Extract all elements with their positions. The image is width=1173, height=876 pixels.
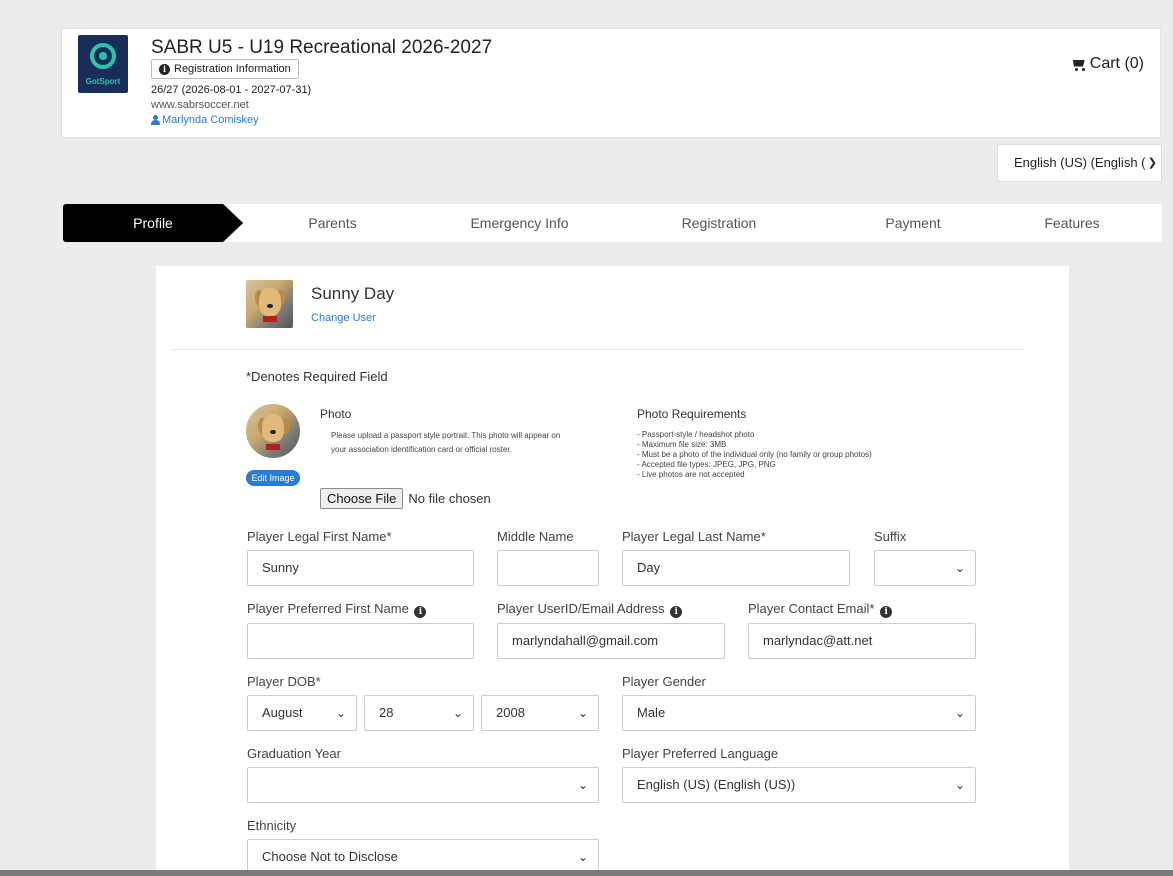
first-name-label: Player Legal First Name* — [247, 529, 392, 544]
info-icon[interactable]: i — [414, 606, 427, 618]
season-dates: 26/27 (2026-08-01 - 2027-07-31) — [151, 84, 312, 96]
preferred-language-value: English (US) (English (US)) — [637, 777, 796, 792]
photo-requirements-title: Photo Requirements — [637, 407, 747, 421]
requirement-item: - Accepted file types: JPEG, JPG, PNG — [637, 460, 776, 469]
step-label: Profile — [133, 215, 173, 231]
photo-requirements-list: - Passport-style / headshot photo - Maxi… — [637, 430, 872, 480]
gotsport-logo: GotSport — [78, 35, 128, 93]
info-icon: i — [159, 63, 170, 75]
cart-label: Cart (0) — [1089, 55, 1144, 72]
chevron-down-icon: ⌄ — [577, 778, 588, 792]
logo-text: GotSport — [85, 77, 121, 86]
contact-email-label: Player Contact Email* i — [748, 601, 893, 618]
step-label: Registration — [681, 215, 757, 231]
last-name-input[interactable]: Day — [622, 550, 850, 586]
account-user-name: Marlynda Comiskey — [162, 114, 259, 126]
step-label: Emergency Info — [470, 215, 569, 231]
chevron-down-icon: ⌄ — [577, 706, 588, 720]
chevron-down-icon: ⌄ — [452, 706, 463, 720]
suffix-select[interactable]: ⌄ — [874, 550, 976, 586]
photo-help-text: Please upload a passport style portrait.… — [331, 431, 561, 454]
chevron-down-icon: ⌄ — [335, 706, 346, 720]
middle-name-input[interactable] — [497, 550, 599, 586]
divider — [173, 349, 1025, 350]
last-name-label: Player Legal Last Name* — [622, 529, 766, 544]
step-parents[interactable]: Parents — [225, 204, 440, 242]
preferred-language-label: Player Preferred Language — [622, 746, 779, 761]
registration-steps: Profile Parents Emergency Info Registrat… — [63, 204, 1162, 242]
graduation-year-label: Graduation Year — [247, 746, 341, 761]
change-user-link[interactable]: Change User — [311, 312, 376, 324]
preferred-first-name-label: Player Preferred First Name i — [247, 601, 427, 618]
suffix-label: Suffix — [874, 529, 907, 544]
first-name-input[interactable]: Sunny — [247, 550, 474, 586]
user-avatar — [246, 280, 293, 328]
required-field-note: *Denotes Required Field — [246, 369, 388, 384]
contact-email-input[interactable]: marlyndac@att.net — [748, 623, 976, 659]
chevron-down-icon: ⌄ — [577, 850, 588, 864]
club-website: www.sabrsoccer.net — [151, 99, 249, 111]
logo-dot-icon — [99, 52, 107, 60]
choose-file-button[interactable]: Choose File — [320, 488, 404, 509]
dob-year-value: 2008 — [496, 705, 525, 720]
info-icon[interactable]: i — [880, 606, 893, 618]
requirement-item: - Passport-style / headshot photo — [637, 430, 755, 439]
step-profile[interactable]: Profile — [63, 204, 243, 242]
step-label: Parents — [308, 215, 357, 231]
no-file-chosen-text: No file chosen — [408, 491, 491, 506]
chevron-down-icon: ⌄ — [954, 561, 965, 575]
registration-information-label: Registration Information — [174, 63, 291, 75]
account-user-link[interactable]: Marlynda Comiskey — [151, 114, 259, 126]
gender-select[interactable]: Male ⌄ — [622, 695, 976, 731]
dob-month-select[interactable]: August ⌄ — [247, 695, 357, 731]
file-upload: Choose File No file chosen — [320, 488, 491, 509]
middle-name-label: Middle Name — [497, 529, 574, 544]
chevron-down-icon: ⌄ — [954, 706, 965, 720]
step-emergency-info[interactable]: Emergency Info — [403, 204, 636, 242]
language-select[interactable]: English (US) (English ( ❯ — [997, 144, 1162, 182]
dob-year-select[interactable]: 2008 ⌄ — [481, 695, 599, 731]
player-photo — [246, 404, 300, 458]
gender-label: Player Gender — [622, 674, 706, 689]
photo-label: Photo — [320, 407, 352, 421]
step-registration[interactable]: Registration — [608, 204, 830, 242]
contact-email-label-text: Player Contact Email* — [748, 601, 875, 616]
chevron-down-icon: ❯ — [1147, 157, 1157, 169]
preferred-language-select[interactable]: English (US) (English (US)) ⌄ — [622, 767, 976, 803]
player-name: Sunny Day — [311, 284, 395, 303]
registration-information-button[interactable]: i Registration Information — [151, 59, 299, 79]
cart-button[interactable]: Cart (0) — [1071, 55, 1144, 73]
requirement-item: - Live photos are not accepted — [637, 470, 745, 479]
dob-label: Player DOB* — [247, 674, 321, 689]
requirement-item: - Maximum file size: 3MB — [637, 440, 727, 449]
chevron-down-icon: ⌄ — [954, 778, 965, 792]
cart-icon — [1071, 58, 1086, 71]
ethnicity-label: Ethnicity — [247, 818, 297, 833]
dob-day-select[interactable]: 28 ⌄ — [364, 695, 474, 731]
requirement-item: - Must be a photo of the individual only… — [637, 450, 872, 459]
info-icon[interactable]: i — [670, 606, 683, 618]
dob-month-value: August — [262, 705, 303, 720]
language-select-value: English (US) (English ( — [1014, 155, 1146, 170]
user-email-input[interactable]: marlyndahall@gmail.com — [497, 623, 725, 659]
user-email-label: Player UserID/Email Address i — [497, 601, 683, 618]
preferred-first-name-label-text: Player Preferred First Name — [247, 601, 409, 616]
step-label: Payment — [885, 215, 941, 231]
edit-image-button[interactable]: Edit Image — [246, 470, 300, 486]
step-features[interactable]: Features — [982, 204, 1162, 242]
graduation-year-select[interactable]: ⌄ — [247, 767, 599, 803]
event-title: SABR U5 - U19 Recreational 2026-2027 — [151, 37, 493, 58]
step-label: Features — [1044, 215, 1100, 231]
profile-form-card: Sunny Day Change User *Denotes Required … — [156, 266, 1069, 876]
preferred-first-name-input[interactable] — [247, 623, 474, 659]
gender-value: Male — [637, 705, 666, 720]
user-icon — [151, 115, 160, 125]
event-header-card: GotSport SABR U5 - U19 Recreational 2026… — [61, 28, 1161, 138]
user-email-label-text: Player UserID/Email Address — [497, 601, 665, 616]
dob-day-value: 28 — [379, 705, 394, 720]
window-bottom-edge — [0, 870, 1173, 876]
ethnicity-value: Choose Not to Disclose — [262, 849, 398, 864]
